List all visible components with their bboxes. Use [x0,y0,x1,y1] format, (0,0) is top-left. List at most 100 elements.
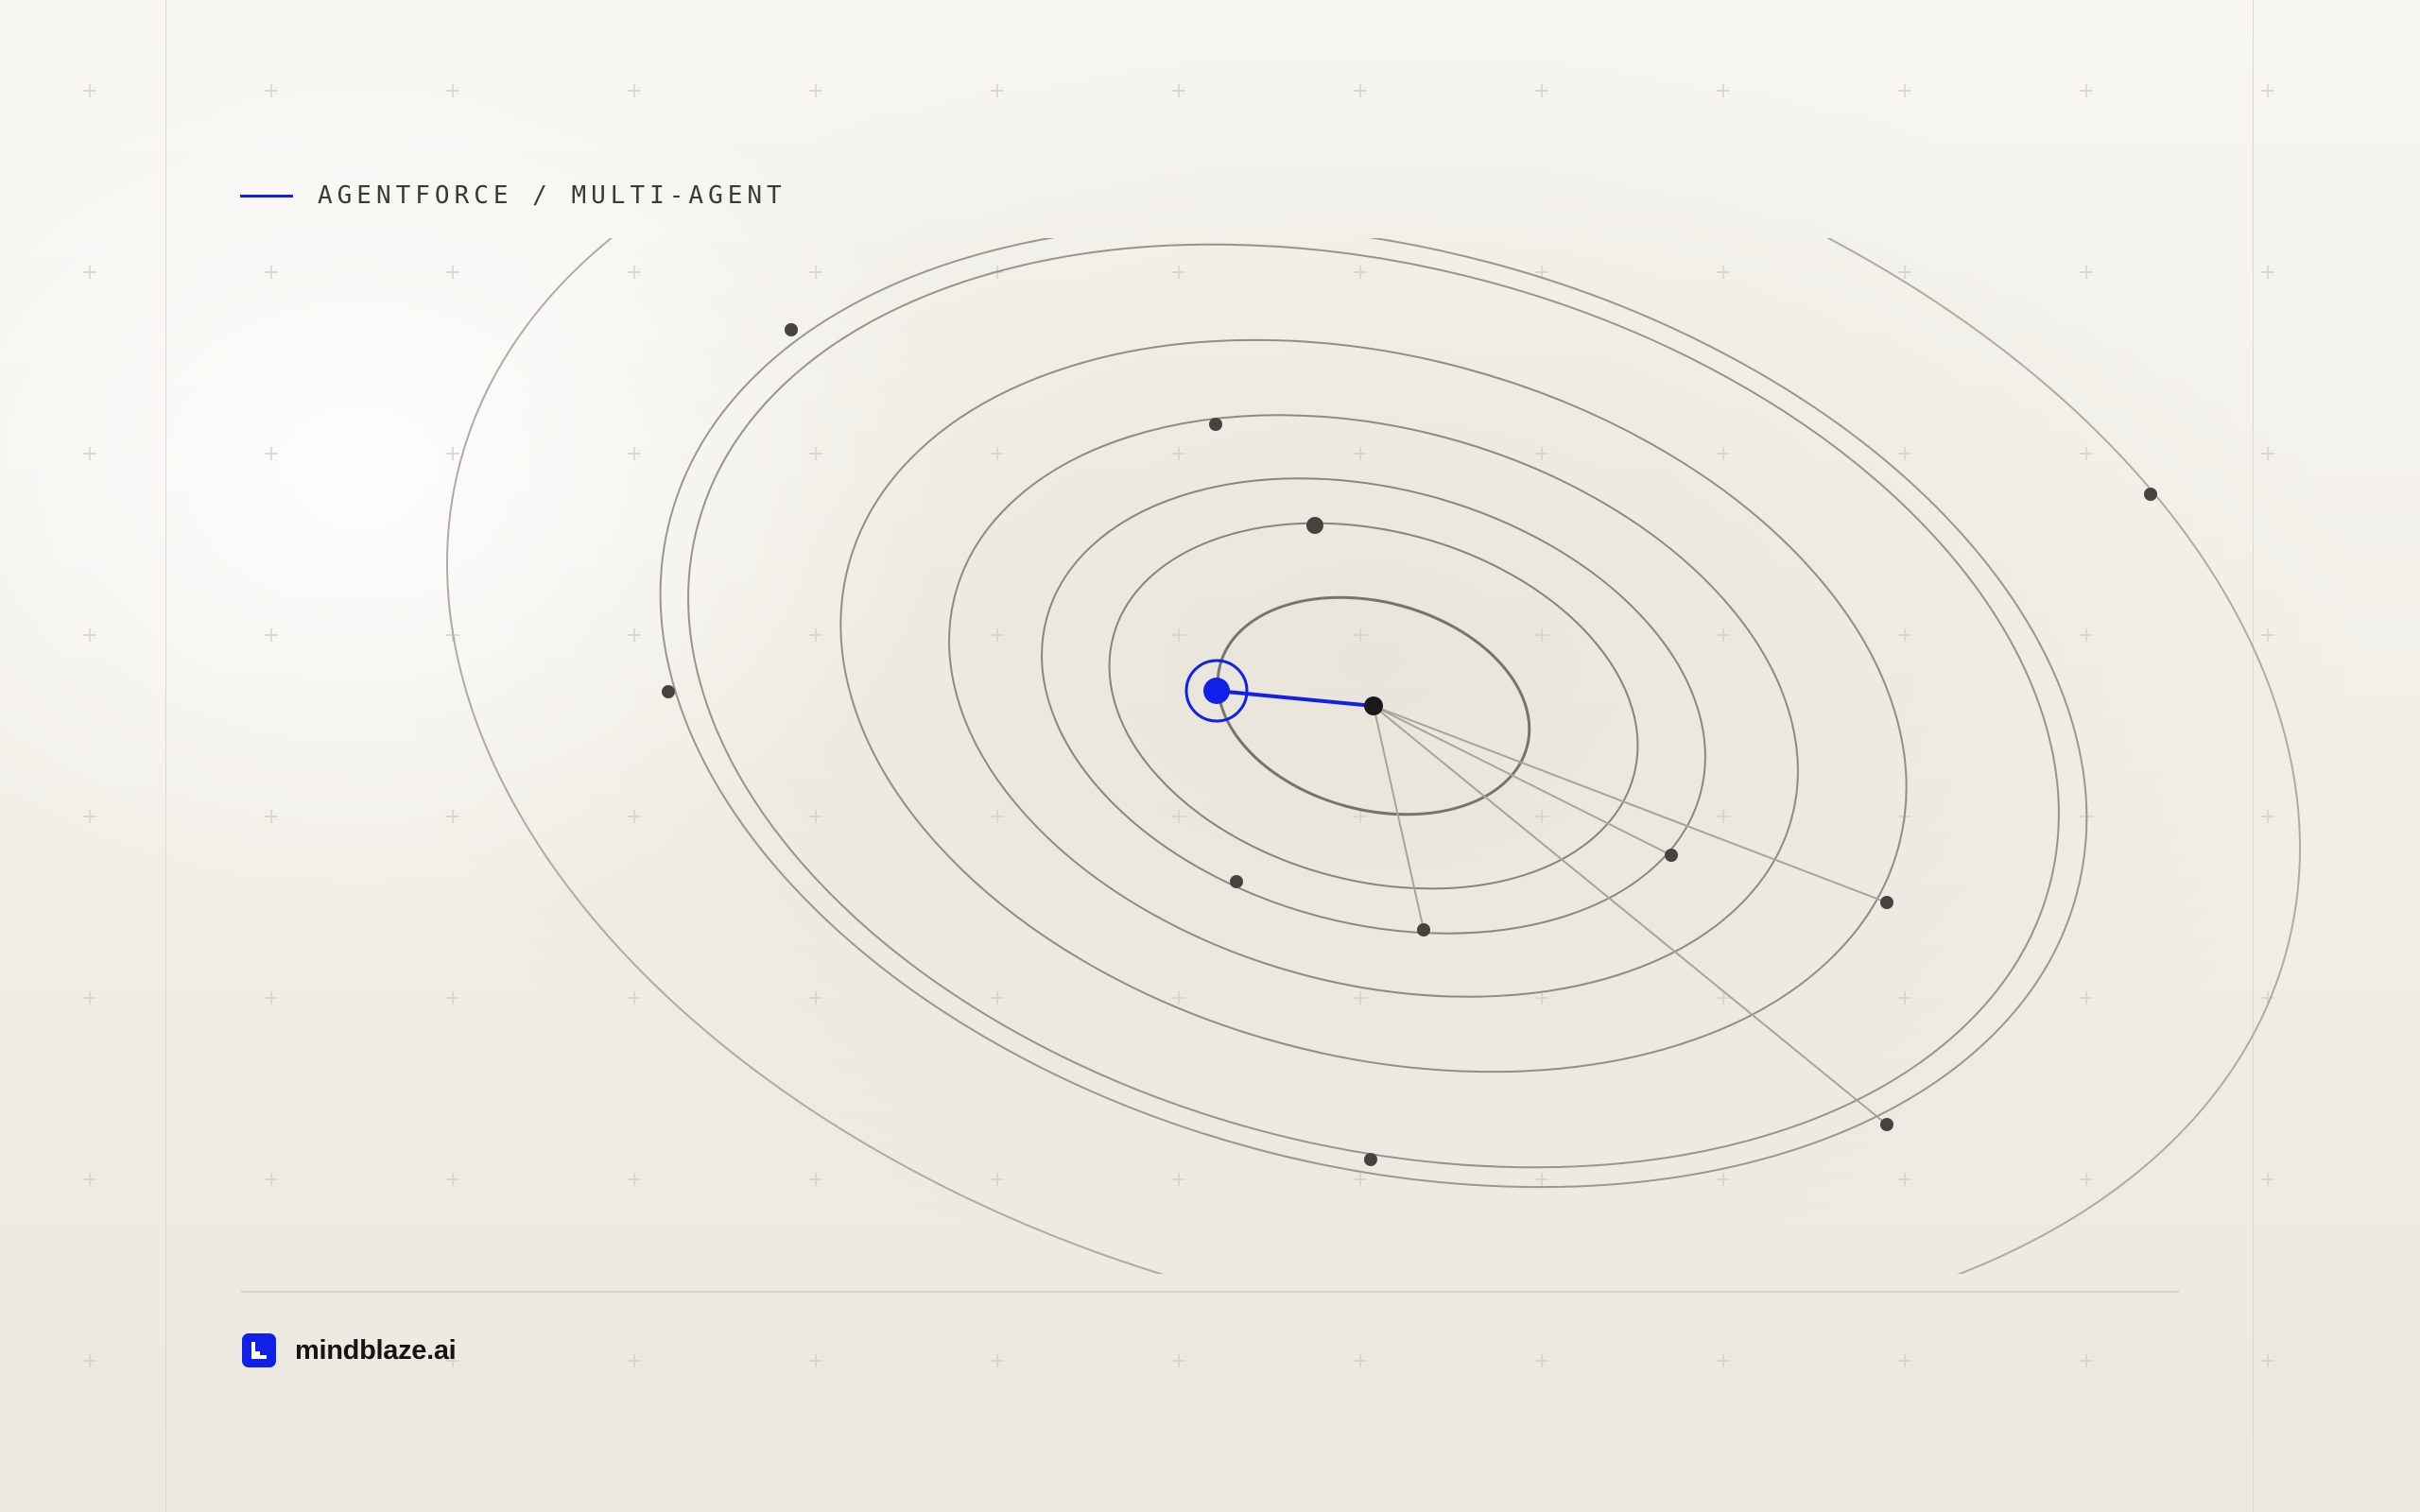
agent-node [2144,488,2157,501]
brand-name: mindblaze.ai [295,1334,457,1366]
grid-plus-mark [2080,266,2093,279]
agent-node [785,323,798,336]
plus-grid [83,84,2274,1367]
grid-plus-mark [2261,266,2274,279]
grid-plus-mark [809,84,822,97]
grid-plus-mark [1717,991,1730,1005]
grid-plus-mark [265,447,278,460]
grid-plus-mark [446,810,459,823]
grid-plus-mark [1535,810,1548,823]
orbit-rings [445,238,2302,1274]
grid-plus-mark [1172,810,1185,823]
connection-line [1373,705,1672,856]
grid-plus-mark [446,266,459,279]
agent-node [1880,1118,1893,1131]
grid-plus-mark [1354,991,1367,1005]
grid-plus-mark [2080,628,2093,642]
agent-node [1306,517,1323,534]
grid-plus-mark [2261,810,2274,823]
grid-plus-mark [446,991,459,1005]
grid-plus-mark [446,1173,459,1186]
grid-plus-mark [628,810,641,823]
grid-plus-mark [2080,1173,2093,1186]
grid-plus-mark [809,447,822,460]
grid-plus-mark [991,1173,1004,1186]
header-accent-line [240,194,293,198]
highlighted-connection-line [1216,689,1374,708]
grid-plus-mark [1717,1173,1730,1186]
grid-plus-mark [1354,447,1367,460]
grid-plus-mark [265,991,278,1005]
grid-plus-mark [1717,84,1730,97]
grid-plus-mark [809,628,822,642]
page-header: AGENTFORCE / MULTI-AGENT [240,181,786,210]
grid-plus-mark [83,84,96,97]
grid-plus-mark [2261,447,2274,460]
grid-plus-mark [809,1173,822,1186]
grid-plus-mark [265,266,278,279]
orbit-diagram [83,84,2302,1367]
grid-plus-mark [1354,84,1367,97]
grid-plus-mark [2261,84,2274,97]
grid-plus-mark [83,810,96,823]
grid-plus-mark [809,266,822,279]
grid-plus-mark [1172,1354,1185,1367]
grid-plus-mark [446,84,459,97]
grid-plus-mark [1898,266,1911,279]
grid-plus-mark [83,266,96,279]
grid-plus-mark [1535,84,1548,97]
highlighted-link [1184,659,1383,723]
grid-plus-mark [1172,1173,1185,1186]
grid-plus-mark [809,1354,822,1367]
orbit-ring-8 [445,238,2302,1274]
agent-node [1364,1153,1377,1166]
grid-plus-mark [1354,1173,1367,1186]
grid-plus-mark [1717,266,1730,279]
grid-plus-mark [1535,1354,1548,1367]
grid-plus-mark [991,84,1004,97]
grid-plus-mark [1535,1173,1548,1186]
grid-plus-mark [1898,1354,1911,1367]
grid-plus-mark [83,628,96,642]
agent-node [1230,875,1243,888]
grid-plus-mark [628,628,641,642]
grid-plus-mark [1172,84,1185,97]
agent-node [1209,418,1222,431]
hub-node [1364,696,1383,715]
grid-plus-mark [991,1354,1004,1367]
grid-plus-mark [628,447,641,460]
grid-plus-mark [265,1173,278,1186]
grid-plus-mark [2080,1354,2093,1367]
connection-line [1373,705,1888,1125]
grid-plus-mark [2261,1354,2274,1367]
grid-plus-mark [809,991,822,1005]
grid-plus-mark [628,1173,641,1186]
grid-plus-mark [265,628,278,642]
grid-plus-mark [628,991,641,1005]
grid-plus-mark [1354,1354,1367,1367]
grid-plus-mark [83,1173,96,1186]
grid-plus-mark [1172,266,1185,279]
footer-divider [241,1291,2179,1293]
grid-plus-mark [991,810,1004,823]
agent-nodes [662,323,2157,1166]
grid-plus-mark [2261,628,2274,642]
connection-lines [1373,705,1888,1125]
grid-plus-mark [1898,1173,1911,1186]
grid-plus-mark [83,991,96,1005]
grid-plus-mark [1172,991,1185,1005]
grid-plus-mark [1898,628,1911,642]
grid-plus-mark [265,810,278,823]
grid-plus-mark [2080,447,2093,460]
grid-plus-mark [1898,84,1911,97]
grid-plus-mark [446,447,459,460]
grid-plus-mark [1898,991,1911,1005]
grid-plus-mark [1717,628,1730,642]
highlighted-agent-node [1203,678,1230,704]
brand-lockup: mindblaze.ai [242,1333,457,1367]
grid-plus-mark [1535,628,1548,642]
grid-plus-mark [991,628,1004,642]
grid-plus-mark [1354,628,1367,642]
agent-node [1880,896,1893,909]
grid-plus-mark [628,266,641,279]
